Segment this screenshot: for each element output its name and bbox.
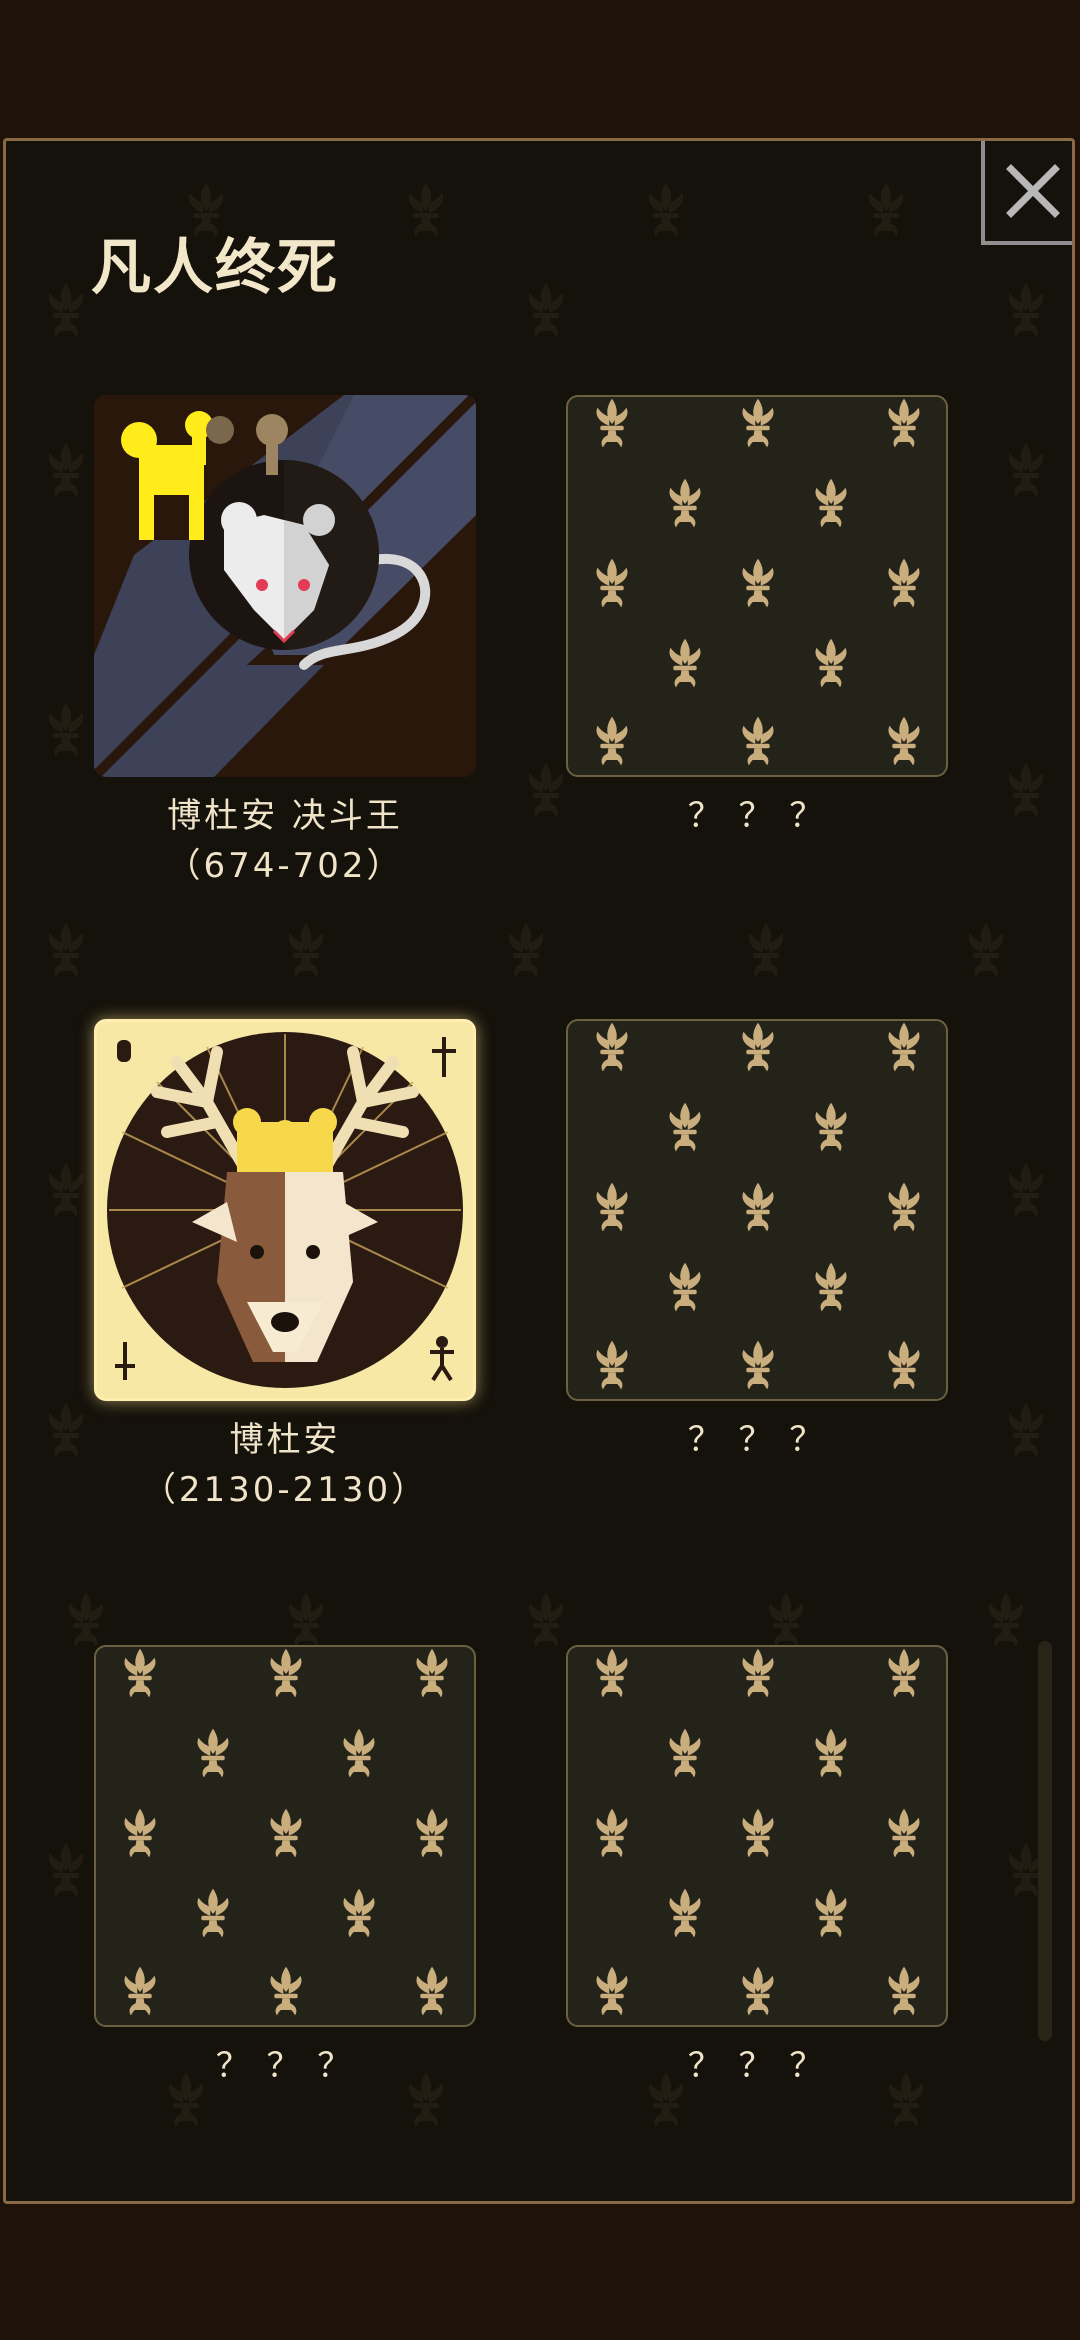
death-gallery-panel: 凡人终死 博杜安 决斗王 （674-702） ？ ？ ？ 博杜安 （2130-2…	[3, 138, 1075, 2204]
card-5-name: ？ ？ ？	[215, 2046, 355, 2086]
fleur-de-lis-pattern	[124, 1648, 448, 2016]
death-card-5-locked[interactable]	[94, 1645, 476, 2027]
death-card-2-locked[interactable]	[566, 395, 948, 777]
close-button[interactable]	[981, 141, 1072, 245]
death-card-1[interactable]	[94, 395, 476, 777]
card-1-name: 博杜安 决斗王	[167, 796, 403, 836]
card-3-name: 博杜安	[229, 1420, 341, 1460]
page-title: 凡人终死	[91, 233, 339, 303]
fleur-de-lis-pattern	[596, 1648, 920, 2016]
card-3-dates: （2130-2130）	[141, 1470, 429, 1510]
card-4-name: ？ ？ ？	[687, 1420, 827, 1460]
death-card-6-locked[interactable]	[566, 1645, 948, 2027]
crowned-deer-portrait	[97, 1022, 473, 1398]
scrollbar[interactable]	[1038, 1641, 1052, 2041]
death-card-3[interactable]	[94, 1019, 476, 1401]
crowned-rat-portrait	[94, 395, 476, 777]
death-card-4-locked[interactable]	[566, 1019, 948, 1401]
fleur-de-lis-pattern	[596, 1022, 920, 1390]
card-6-name: ？ ？ ？	[687, 2046, 827, 2086]
fleur-de-lis-pattern	[596, 398, 920, 766]
close-icon	[1006, 164, 1060, 218]
card-2-name: ？ ？ ？	[687, 796, 827, 836]
top-band	[0, 0, 1080, 138]
card-1-dates: （674-702）	[166, 846, 404, 886]
bottom-band	[0, 2204, 1080, 2340]
